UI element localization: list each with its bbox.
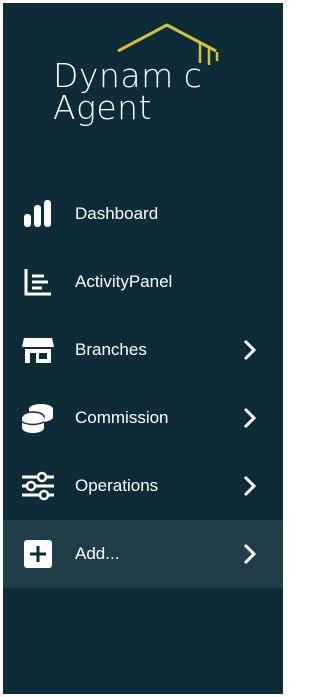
chevron-right-icon — [243, 407, 257, 429]
nav-item-branches[interactable]: Branches — [3, 316, 283, 384]
brand-line-2: Agent — [53, 88, 153, 127]
nav-item-commission[interactable]: Commission — [3, 384, 283, 452]
chevron-right-icon — [243, 339, 257, 361]
sidebar: Dynam c Agent Dashboard ActivityPanel Br… — [3, 3, 283, 694]
chevron-right-icon — [243, 543, 257, 565]
nav-label: Operations — [75, 476, 159, 495]
nav-label: Dashboard — [75, 204, 159, 223]
nav-item-add[interactable]: Add... — [3, 520, 283, 588]
sliders-icon — [20, 470, 56, 502]
nav-item-operations[interactable]: Operations — [3, 452, 283, 520]
nav-label: Add... — [75, 544, 120, 563]
plus-square-icon — [20, 538, 56, 570]
store-icon — [20, 334, 56, 366]
nav-label: Commission — [75, 408, 169, 427]
chevron-right-icon — [243, 475, 257, 497]
nav-label: ActivityPanel — [75, 272, 173, 291]
nav-menu: Dashboard ActivityPanel Branches Commiss… — [3, 180, 283, 588]
coins-icon — [20, 402, 56, 434]
nav-item-activitypanel[interactable]: ActivityPanel — [3, 248, 283, 316]
brand-logo[interactable]: Dynam c Agent — [3, 3, 283, 153]
bar-chart-icon — [20, 198, 56, 230]
nav-label: Branches — [75, 340, 147, 359]
nav-item-dashboard[interactable]: Dashboard — [3, 180, 283, 248]
line-list-icon — [20, 266, 56, 298]
